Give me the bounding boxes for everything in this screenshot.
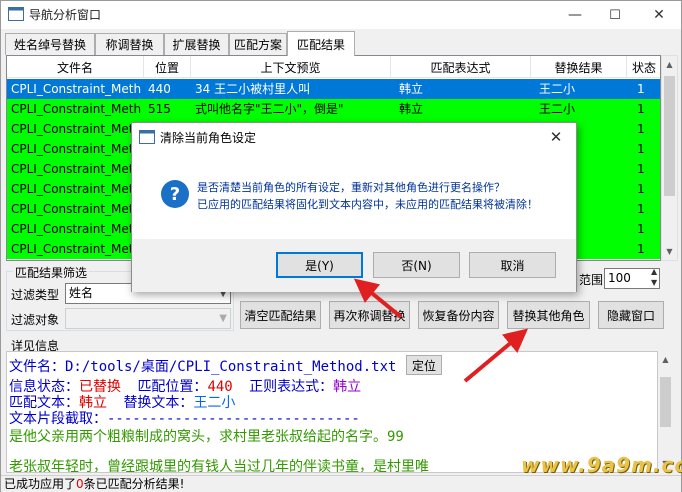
- question-icon: ?: [161, 180, 189, 208]
- scroll-up-icon[interactable]: ▲: [662, 56, 677, 73]
- cell-expression: 韩立: [399, 102, 424, 116]
- filter-group-title: 匹配结果筛选: [13, 264, 90, 281]
- scroll-thumb[interactable]: [664, 76, 675, 196]
- file-path: D:/tools/桌面/CPLI_Constraint_Method.txt: [65, 359, 397, 375]
- range-label: 范围: [579, 273, 604, 287]
- snippet-label: 文本片段截取：: [9, 411, 107, 427]
- cell-status: 1: [637, 242, 645, 256]
- cell-filename: CPLI_Constraint_Meth: [11, 122, 142, 136]
- range-spinner-icon[interactable]: ▲ ▼: [651, 266, 657, 288]
- dialog-title-bar: 清除当前角色设定 ✕: [132, 123, 576, 151]
- cell-expression: 韩立: [399, 82, 424, 96]
- col-position[interactable]: 位置: [144, 56, 191, 78]
- hide-window-button[interactable]: 隐藏窗口: [598, 301, 664, 329]
- cell-status: 1: [637, 122, 645, 136]
- cell-position: 440: [148, 82, 171, 96]
- cancel-button[interactable]: 取消: [469, 252, 556, 278]
- filter-type-label: 过滤类型: [11, 288, 60, 302]
- tab-extended-replace[interactable]: 扩展替换: [164, 33, 229, 55]
- cell-result: 王二小: [539, 102, 576, 116]
- tab-title-replace[interactable]: 称调替换: [95, 33, 164, 55]
- scroll-down-icon[interactable]: ▼: [662, 243, 677, 260]
- expr-value: 韩立: [333, 379, 362, 395]
- cell-status: 1: [637, 182, 645, 196]
- yes-button[interactable]: 是(Y): [276, 252, 363, 278]
- minimize-button[interactable]: —: [555, 1, 595, 29]
- cell-filename: CPLI_Constraint_Meth: [11, 182, 142, 196]
- col-result[interactable]: 替换结果: [531, 56, 627, 78]
- tab-match-results[interactable]: 匹配结果: [287, 31, 355, 56]
- cell-filename: CPLI_Constraint_Meth: [11, 242, 142, 256]
- file-label: 文件名：: [9, 359, 65, 375]
- cell-status: 1: [637, 162, 645, 176]
- restore-backup-button[interactable]: 恢复备份内容: [418, 301, 499, 329]
- clear-role-dialog: 清除当前角色设定 ✕ ? 是否清楚当前角色的所有设定，重新对其他角色进行更名操作…: [131, 122, 577, 292]
- tab-name-nickname[interactable]: 姓名绰号替换: [5, 33, 95, 55]
- locate-button[interactable]: 定位: [406, 355, 442, 375]
- cell-filename: CPLI_Constraint_Meth: [11, 202, 142, 216]
- chevron-down-icon: ▼: [219, 313, 227, 324]
- cell-position: 515: [148, 102, 171, 116]
- col-expression[interactable]: 匹配表达式: [391, 56, 531, 78]
- clear-results-button[interactable]: 清空匹配结果: [240, 301, 321, 329]
- cell-filename: CPLI_Constraint_Meth: [11, 222, 142, 236]
- filter-type-value: 姓名: [69, 286, 94, 300]
- app-window-icon: [139, 130, 155, 144]
- status-prefix: 已成功应用了: [4, 477, 77, 491]
- tab-match-scheme[interactable]: 匹配方案: [229, 33, 287, 55]
- snippet-line-1: 是他父亲用两个粗粮制成的窝头，求村里老张叔给起的名字。99: [9, 429, 404, 445]
- dialog-message-1: 是否清楚当前角色的所有设定，重新对其他角色进行更名操作？: [197, 181, 505, 194]
- maximize-button[interactable]: ☐: [595, 1, 635, 29]
- watermark-logo: www.9a9m.com: [521, 453, 682, 477]
- no-button[interactable]: 否(N): [373, 252, 460, 278]
- cell-status: 1: [637, 102, 645, 116]
- scroll-thumb[interactable]: [660, 377, 671, 427]
- dialog-body: ? 是否清楚当前角色的所有设定，重新对其他角色进行更名操作？ 已应用的匹配结果将…: [132, 151, 576, 239]
- cell-status: 1: [637, 142, 645, 156]
- cell-context: 34 王二小被村里人叫: [195, 82, 311, 96]
- dialog-footer: 是(Y) 否(N) 取消: [132, 239, 576, 292]
- cell-status: 1: [637, 82, 645, 96]
- col-context[interactable]: 上下文预览: [191, 56, 391, 78]
- status-bar: 已成功应用了0条已匹配分析结果!: [1, 475, 681, 492]
- filter-target-label: 过滤对象: [11, 313, 60, 327]
- table-scrollbar[interactable]: ▲ ▼: [661, 55, 678, 261]
- title-bar: 导航分析窗口 — ☐ ✕: [1, 1, 681, 29]
- status-suffix: 条已匹配分析结果!: [83, 477, 185, 491]
- close-button[interactable]: ✕: [639, 1, 679, 29]
- cell-filename: CPLI_Constraint_Meth: [11, 142, 142, 156]
- range-value: 100: [608, 271, 631, 285]
- cell-filename: CPLI_Constraint_Meth: [11, 102, 142, 116]
- dialog-title: 清除当前角色设定: [160, 131, 257, 145]
- main-window: 导航分析窗口 — ☐ ✕ 姓名绰号替换 称调替换 扩展替换 匹配方案 匹配结果 …: [0, 0, 682, 492]
- expr-label: 正则表达式：: [249, 379, 334, 395]
- app-window-icon: [8, 7, 24, 21]
- tab-strip: 姓名绰号替换 称调替换 扩展替换 匹配方案 匹配结果: [5, 31, 679, 56]
- window-title: 导航分析窗口: [29, 8, 102, 22]
- rename-again-button[interactable]: 再次称调替换: [329, 301, 410, 329]
- table-row[interactable]: CPLI_Constraint_Meth 440 34 王二小被村里人叫 韩立 王二小 1: [7, 79, 660, 99]
- col-status[interactable]: 状态: [627, 56, 660, 78]
- cell-status: 1: [637, 222, 645, 236]
- cell-context: 式叫他名字"王二小"，倒是": [195, 102, 344, 116]
- table-header: 文件名 位置 上下文预览 匹配表达式 替换结果 状态: [7, 56, 660, 78]
- dialog-close-button[interactable]: ✕: [536, 123, 576, 151]
- status-count: 0: [76, 477, 84, 491]
- cell-result: 王二小: [539, 82, 576, 96]
- snippet-rule: ------------------------------: [107, 411, 360, 427]
- cell-filename: CPLI_Constraint_Meth: [11, 162, 142, 176]
- cell-filename: CPLI_Constraint_Meth: [11, 82, 142, 96]
- scroll-up-icon[interactable]: ▲: [658, 351, 673, 368]
- dialog-message-2: 已应用的匹配结果将固化到文本内容中，未应用的匹配结果将被清除！: [197, 198, 538, 211]
- filter-target-select[interactable]: ▼: [65, 308, 231, 329]
- table-row[interactable]: CPLI_Constraint_Meth 515 式叫他名字"王二小"，倒是" 韩立 王…: [7, 99, 660, 119]
- snippet-line-2: 老张叔年轻时，曾经跟城里的有钱人当过几年的伴读书童，是村里唯: [9, 459, 429, 473]
- cell-status: 1: [637, 202, 645, 216]
- replace-other-role-button[interactable]: 替换其他角色: [507, 301, 590, 329]
- col-filename[interactable]: 文件名: [7, 56, 144, 78]
